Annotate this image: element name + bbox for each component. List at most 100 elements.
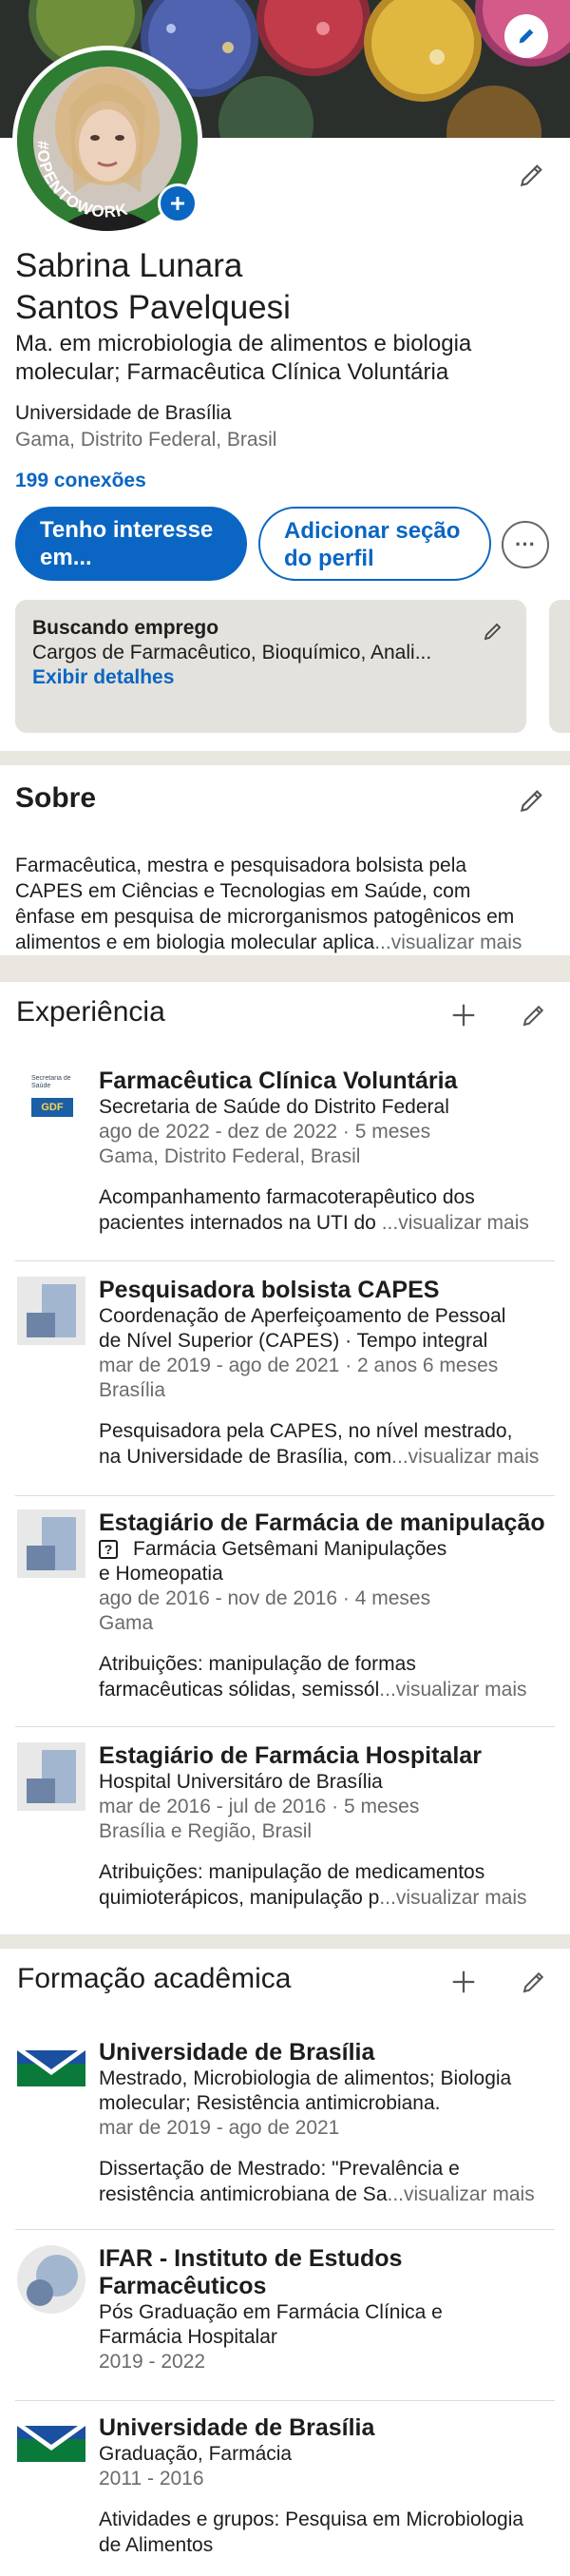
job-description: Atribuições: manipulação de formas farma… — [99, 1651, 564, 1702]
see-more-link[interactable]: ...visualizar mais — [374, 932, 522, 953]
education-item[interactable]: Universidade de Brasília Graduação, Farm… — [0, 2414, 570, 2576]
description-line: na Universidade de Brasília, com — [99, 1446, 392, 1468]
headline-line: Ma. em microbiologia de alimentos e biol… — [15, 331, 472, 356]
question-mark-icon: ? — [99, 1540, 118, 1559]
description-line: Pesquisadora pela CAPES, no nível mestra… — [99, 1420, 513, 1442]
see-more-link[interactable]: ...visualizar mais — [379, 1679, 526, 1701]
company-logo-placeholder — [17, 1277, 86, 1345]
about-line: CAPES em Ciências e Tecnologias em Saúde… — [15, 880, 471, 902]
profile-name: Sabrina Lunara Santos Pavelquesi — [15, 245, 291, 329]
education-item[interactable]: Universidade de Brasília Mestrado, Micro… — [0, 2039, 570, 2229]
avatar[interactable]: #OPENTOWORK — [12, 46, 202, 236]
divider — [15, 1726, 555, 1727]
edit-banner-button[interactable] — [504, 14, 548, 58]
interest-button[interactable]: Tenho interesse em... — [15, 507, 247, 581]
see-more-link[interactable]: ...visualizar mais — [379, 1887, 526, 1909]
job-description: Acompanhamento farmacoterapêutico dos pa… — [99, 1184, 564, 1236]
job-location: Brasília — [99, 1379, 166, 1401]
company-name-line: Farmácia Getsêmani Manipulações — [133, 1538, 447, 1560]
degree: Mestrado, Microbiologia de alimentos; Bi… — [99, 2067, 512, 2089]
open-to-work-roles: Cargos de Farmacêutico, Bioquímico, Anal… — [32, 642, 432, 663]
unb-logo — [17, 2041, 86, 2088]
description-line: de Alimentos — [99, 2534, 214, 2556]
company-name: de Nível Superior (CAPES) · Tempo integr… — [99, 1330, 488, 1352]
pencil-icon — [522, 1971, 544, 1993]
education-dates: 2011 - 2016 — [99, 2468, 204, 2489]
add-education-button[interactable] — [443, 1961, 484, 2003]
name-line: Sabrina Lunara — [15, 247, 243, 284]
more-icon: ··· — [515, 532, 536, 556]
profile-location: Gama, Distrito Federal, Brasil — [15, 429, 277, 451]
add-experience-button[interactable] — [443, 994, 484, 1036]
profile-university[interactable]: Universidade de Brasília — [15, 401, 232, 426]
education-dates: 2019 - 2022 — [99, 2351, 206, 2373]
description-line: pacientes internados na UTI do — [99, 1212, 382, 1234]
add-photo-button[interactable] — [158, 183, 198, 223]
education-heading: Formação acadêmica — [17, 1963, 292, 1994]
profile-headline: Ma. em microbiologia de alimentos e biol… — [15, 330, 471, 387]
experience-item[interactable]: Secretaria de Saúde GDF Farmacêutica Clí… — [0, 1067, 570, 1277]
job-title: Estagiário de Farmácia Hospitalar — [99, 1742, 482, 1769]
show-details-link[interactable]: Exibir detalhes — [32, 666, 174, 689]
plus-icon — [171, 197, 184, 210]
see-more-link[interactable]: ...visualizar mais — [382, 1212, 529, 1234]
more-options-button[interactable]: ··· — [502, 521, 549, 568]
open-to-work-badge: #OPENTOWORK — [33, 141, 129, 221]
job-title: Farmacêutica Clínica Voluntária — [99, 1067, 458, 1094]
see-more-link[interactable]: ...visualizar mais — [388, 2183, 535, 2205]
pencil-icon — [522, 1005, 544, 1027]
school-name: Farmacêuticos — [99, 2273, 267, 2299]
description-line: Atribuições: manipulação de medicamentos — [99, 1861, 485, 1883]
school-name: Universidade de Brasília — [99, 2414, 375, 2441]
about-section: Sobre Farmacêutica, mestra e pesquisador… — [0, 765, 570, 955]
add-section-button[interactable]: Adicionar seção do perfil — [258, 507, 491, 581]
job-description: Atribuições: manipulação de medicamentos… — [99, 1859, 564, 1911]
divider — [15, 1495, 555, 1496]
experience-item[interactable]: Pesquisadora bolsista CAPES Coordenação … — [0, 1277, 570, 1495]
plus-icon — [452, 1970, 475, 1993]
education-description: Atividades e grupos: Pesquisa em Microbi… — [99, 2507, 564, 2558]
divider — [15, 2400, 555, 2401]
pencil-icon — [519, 29, 534, 44]
description-line: farmacêuticas sólidas, semissól — [99, 1679, 380, 1701]
job-title: Estagiário de Farmácia de manipulação — [99, 1509, 545, 1536]
about-line: Farmacêutica, mestra e pesquisadora bols… — [15, 855, 467, 876]
company-name: Secretaria de Saúde do Distrito Federal — [99, 1096, 449, 1118]
edit-education-button[interactable] — [513, 1961, 555, 2003]
ifar-logo — [17, 2245, 86, 2314]
profile-card: #OPENTOWORK Sabrina Lunara Santos Pavelq… — [0, 0, 570, 751]
job-location: Brasília e Região, Brasil — [99, 1820, 313, 1842]
connections-link[interactable]: 199 conexões — [15, 469, 146, 493]
description-line: Atividades e grupos: Pesquisa em Microbi… — [99, 2509, 524, 2530]
open-to-work-card[interactable]: Buscando emprego Cargos de Farmacêutico,… — [15, 600, 526, 733]
description-line: Dissertação de Mestrado: "Prevalência e — [99, 2158, 460, 2180]
see-more-link[interactable]: ...visualizar mais — [391, 1446, 539, 1468]
company-name: e Homeopatia — [99, 1563, 223, 1585]
degree: Farmácia Hospitalar — [99, 2326, 277, 2348]
job-location: Gama, Distrito Federal, Brasil — [99, 1145, 361, 1167]
degree: Pós Graduação em Farmácia Clínica e — [99, 2301, 443, 2323]
edit-open-to-work-button[interactable] — [477, 615, 509, 647]
edit-intro-button[interactable] — [511, 154, 553, 196]
unb-logo-icon — [17, 2426, 86, 2462]
education-section: Formação acadêmica Universidade de Brasí… — [0, 1949, 570, 2576]
edit-about-button[interactable] — [511, 779, 553, 821]
job-location: Gama — [99, 1612, 154, 1634]
interest-button-label: Tenho interesse — [40, 517, 214, 543]
headline-line: molecular; Farmacêutica Clínica Voluntár… — [15, 359, 449, 385]
degree: molecular; Resistência antimicrobiana. — [99, 2092, 441, 2114]
interest-button-label: em... — [40, 545, 92, 570]
about-text: Farmacêutica, mestra e pesquisadora bols… — [15, 853, 557, 955]
education-item[interactable]: IFAR - Instituto de Estudos Farmacêutico… — [0, 2245, 570, 2397]
experience-item[interactable]: Estagiário de Farmácia de manipulação ? … — [0, 1509, 570, 1728]
job-title: Pesquisadora bolsista CAPES — [99, 1277, 440, 1303]
description-line: quimioterápicos, manipulação p — [99, 1887, 380, 1909]
education-dates: mar de 2019 - ago de 2021 — [99, 2117, 340, 2139]
unb-logo — [17, 2416, 86, 2464]
description-line: Atribuições: manipulação de formas — [99, 1653, 416, 1675]
job-dates: ago de 2016 - nov de 2016 · 4 meses — [99, 1587, 431, 1609]
experience-heading: Experiência — [16, 996, 165, 1028]
experience-item[interactable]: Estagiário de Farmácia Hospitalar Hospit… — [0, 1742, 570, 1932]
name-line: Santos Pavelquesi — [15, 289, 291, 326]
edit-experience-button[interactable] — [513, 994, 555, 1036]
